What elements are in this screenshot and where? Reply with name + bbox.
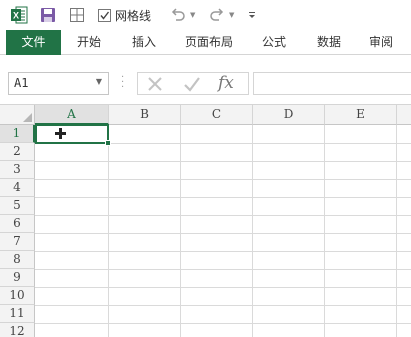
row-header-2[interactable]: 2 xyxy=(0,143,35,161)
save-icon xyxy=(41,8,55,22)
cancel-icon[interactable] xyxy=(147,76,163,95)
formula-input[interactable] xyxy=(253,72,411,95)
gridline xyxy=(35,197,411,198)
column-header-b[interactable]: B xyxy=(109,105,181,125)
fill-handle[interactable] xyxy=(105,140,111,146)
row-header-9[interactable]: 9 xyxy=(0,269,35,287)
redo-icon xyxy=(210,8,224,21)
gridline xyxy=(35,269,411,270)
tab-page-layout[interactable]: 页面布局 xyxy=(176,30,242,55)
redo-dropdown-icon[interactable]: ▼ xyxy=(229,6,237,24)
gridline xyxy=(35,305,411,306)
redo-button[interactable] xyxy=(209,6,225,24)
table-grid-icon xyxy=(70,8,84,22)
row-header-6[interactable]: 6 xyxy=(0,215,35,233)
column-header-f[interactable] xyxy=(397,105,411,125)
cell-select-cursor-icon xyxy=(54,127,67,143)
gridlines-label: 网格线 xyxy=(115,8,152,23)
save-button[interactable] xyxy=(40,7,56,23)
name-box-value: A1 xyxy=(14,76,29,90)
insert-function-icon[interactable]: fx xyxy=(218,73,234,93)
table-grid-button[interactable] xyxy=(69,7,85,23)
active-cell-a1[interactable] xyxy=(35,124,111,146)
formula-bar: A1 ▼ · · · fx xyxy=(0,68,411,100)
column-header-d[interactable]: D xyxy=(253,105,325,125)
select-all-button[interactable] xyxy=(0,105,35,125)
row-header-8[interactable]: 8 xyxy=(0,251,35,269)
row-header-4[interactable]: 4 xyxy=(0,179,35,197)
column-header-c[interactable]: C xyxy=(181,105,253,125)
gridline xyxy=(35,323,411,324)
gridline xyxy=(35,287,411,288)
gridline xyxy=(35,215,411,216)
excel-logo-icon: X xyxy=(10,6,28,24)
checkbox-checked-icon[interactable] xyxy=(98,8,111,22)
chevron-down-icon[interactable]: ▼ xyxy=(96,77,102,86)
tab-data[interactable]: 数据 xyxy=(306,30,352,55)
row-header-3[interactable]: 3 xyxy=(0,161,35,179)
tab-review[interactable]: 审阅 xyxy=(358,30,404,55)
undo-dropdown-icon[interactable]: ▼ xyxy=(190,6,198,24)
column-header-e[interactable]: E xyxy=(325,105,397,125)
column-header-a[interactable]: A xyxy=(35,105,109,125)
name-box[interactable]: A1 ▼ xyxy=(8,72,109,95)
row-header-12[interactable]: 12 xyxy=(0,323,35,337)
row-header-5[interactable]: 5 xyxy=(0,197,35,215)
undo-button[interactable] xyxy=(170,6,186,24)
tab-file[interactable]: 文件 xyxy=(6,30,61,55)
row-header-10[interactable]: 10 xyxy=(0,287,35,305)
checkmark-icon[interactable] xyxy=(183,76,201,95)
ribbon-collapsed-area xyxy=(0,56,411,68)
gridline xyxy=(35,161,411,162)
customize-toolbar-icon[interactable] xyxy=(248,6,258,24)
spreadsheet-grid[interactable]: A B C D E 1 2 3 4 5 6 7 8 9 10 11 12 xyxy=(0,104,411,337)
svg-text:X: X xyxy=(13,11,19,21)
gridline xyxy=(35,179,411,180)
row-header-7[interactable]: 7 xyxy=(0,233,35,251)
ribbon-tabs: 文件 开始 插入 页面布局 公式 数据 审阅 xyxy=(0,30,411,55)
row-header-11[interactable]: 11 xyxy=(0,305,35,323)
tab-insert[interactable]: 插入 xyxy=(121,30,167,55)
select-all-triangle-icon xyxy=(23,113,32,122)
gridline xyxy=(35,251,411,252)
quick-access-toolbar: X 网格线 ▼ ▼ xyxy=(0,0,411,30)
gridline xyxy=(35,233,411,234)
tab-formulas[interactable]: 公式 xyxy=(251,30,297,55)
tab-home[interactable]: 开始 xyxy=(66,30,112,55)
formula-buttons: fx xyxy=(137,72,249,95)
row-header-1[interactable]: 1 xyxy=(0,125,35,143)
undo-icon xyxy=(171,8,185,21)
formula-bar-resize-handle[interactable]: · · · xyxy=(121,73,125,93)
gridlines-checkbox[interactable]: 网格线 xyxy=(98,6,151,24)
